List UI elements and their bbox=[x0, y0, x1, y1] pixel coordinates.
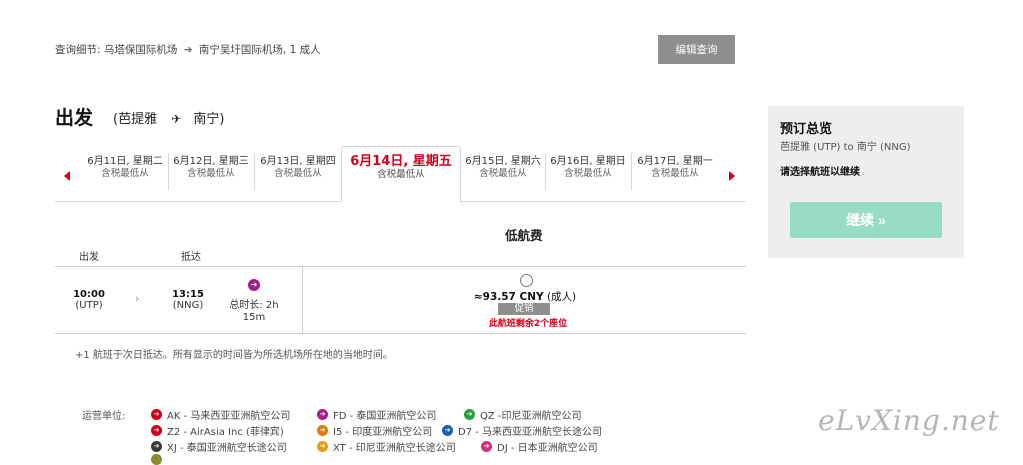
arrow-right-icon: ➔ bbox=[183, 44, 193, 56]
departure-time-cell: 10:00 (UTP) bbox=[67, 289, 111, 311]
seats-remaining: 此航班剩余2个座位 bbox=[488, 319, 568, 329]
date-price: 含税最低从 bbox=[564, 168, 612, 179]
summary-route: 芭提雅 (UTP) to 南宁 (NNG) bbox=[780, 142, 911, 153]
arrival-time-cell: 13:15 (NNG) bbox=[166, 289, 210, 311]
airline-arrow-icon: ➔ bbox=[317, 441, 328, 452]
date-price: 含税最低从 bbox=[377, 169, 425, 180]
operator-name: QZ -印尼亚洲航空公司 bbox=[480, 411, 582, 422]
airline-arrow-icon: ➔ bbox=[151, 409, 162, 420]
operator-name: D7 - 马来西亚亚洲航空长途公司 bbox=[458, 427, 603, 438]
date-price: 含税最低从 bbox=[651, 168, 699, 179]
operator-name: Z2 - AirAsia Inc (菲律宾) bbox=[167, 427, 284, 438]
date-divider bbox=[254, 153, 255, 190]
departure-route: (芭提雅 ✈ 南宁) bbox=[113, 108, 225, 127]
query-to: 南宁吴圩国际机场, 1 成人 bbox=[198, 44, 321, 56]
airline-fd-icon: ➔ bbox=[248, 279, 260, 291]
date-label: 6月11日, 星期二 bbox=[87, 156, 163, 167]
date-divider bbox=[631, 153, 632, 190]
column-divider bbox=[302, 266, 303, 334]
operator-item: ➔ QZ -印尼亚洲航空公司 bbox=[464, 407, 582, 422]
summary-instruction: 请选择航班以继续 bbox=[780, 167, 860, 178]
price-suffix: (成人) bbox=[546, 291, 577, 303]
continue-button[interactable]: 继续 » bbox=[790, 202, 942, 238]
fare-price: ≈93.57 CNY (成人) bbox=[470, 289, 580, 304]
operator-name: I5 - 印度亚洲航空公司 bbox=[333, 427, 433, 438]
date-tab-selected[interactable]: 6月14日, 星期五 含税最低从 bbox=[341, 146, 461, 203]
fare-column-title: 低航费 bbox=[505, 228, 543, 243]
operator-name: XJ - 泰国亚洲航空长途公司 bbox=[167, 443, 287, 454]
plane-icon: ✈ bbox=[171, 112, 182, 126]
watermark-logo: eLvXing.net bbox=[818, 404, 1000, 437]
query-from: 乌塔保国际机场 bbox=[103, 44, 178, 56]
date-label: 6月14日, 星期五 bbox=[350, 154, 452, 169]
route-from: (芭提雅 bbox=[113, 112, 158, 127]
airline-arrow-icon: ➔ bbox=[464, 409, 475, 420]
date-price: 含税最低从 bbox=[187, 168, 235, 179]
operator-item: ➔ XJ - 泰国亚洲航空长途公司 bbox=[151, 439, 287, 454]
operator-name: FD - 泰国亚洲航空公司 bbox=[333, 411, 437, 422]
query-summary: 查询细节: 乌塔保国际机场 ➔ 南宁吴圩国际机场, 1 成人 bbox=[55, 42, 321, 57]
operator-item: ➔ D7 - 马来西亚亚洲航空长途公司 bbox=[442, 423, 602, 438]
chevron-right-icon: › bbox=[135, 292, 140, 305]
operator-item: ➔ I5 - 印度亚洲航空公司 bbox=[317, 423, 432, 438]
promo-badge: 促销 bbox=[498, 303, 550, 315]
airline-arrow-icon: ➔ bbox=[151, 425, 162, 436]
airline-arrow-icon: ➔ bbox=[442, 425, 453, 436]
departure-code: (UTP) bbox=[75, 300, 103, 311]
time-note: +1 航班于次日抵达。所有显示的时间皆为所选机场所在地的当地时间。 bbox=[75, 350, 393, 361]
date-divider bbox=[545, 153, 546, 190]
date-tab[interactable]: 6月17日, 星期一 含税最低从 bbox=[633, 150, 717, 185]
duration-line: 15m bbox=[242, 312, 266, 323]
depart-column-header: 出发 bbox=[79, 252, 99, 263]
date-label: 6月12日, 星期三 bbox=[173, 156, 249, 167]
airline-arrow-icon: ➔ bbox=[151, 441, 162, 452]
table-divider bbox=[55, 266, 746, 267]
date-divider bbox=[168, 153, 169, 190]
arrive-column-header: 抵达 bbox=[181, 252, 201, 263]
operator-name: XT - 印尼亚洲航空长途公司 bbox=[333, 443, 456, 454]
operator-item: ➔ AK - 马来西亚亚洲航空公司 bbox=[151, 407, 290, 422]
operators-label: 运营单位: bbox=[82, 411, 126, 422]
operator-item: ➔ FD - 泰国亚洲航空公司 bbox=[317, 407, 436, 422]
date-tab[interactable]: 6月11日, 星期二 含税最低从 bbox=[84, 150, 166, 185]
date-label: 6月17日, 星期一 bbox=[637, 156, 713, 167]
flight-duration: 总时长: 2h 15m bbox=[227, 300, 281, 324]
operator-name: DJ - 日本亚洲航空公司 bbox=[497, 443, 598, 454]
date-price: 含税最低从 bbox=[479, 168, 527, 179]
date-price: 含税最低从 bbox=[101, 168, 149, 179]
arrival-code: (NNG) bbox=[172, 300, 204, 311]
airline-arrow-icon: ➔ bbox=[317, 409, 328, 420]
page-title: 出发 bbox=[55, 107, 94, 129]
arrival-time: 13:15 bbox=[172, 289, 204, 300]
summary-title: 预订总览 bbox=[780, 122, 833, 137]
route-to: 南宁) bbox=[193, 112, 225, 127]
edit-query-button[interactable]: 编辑查询 bbox=[658, 35, 735, 64]
query-label: 查询细节: bbox=[55, 44, 101, 56]
next-dates-arrow-icon[interactable] bbox=[729, 171, 735, 181]
date-label: 6月13日, 星期四 bbox=[260, 156, 336, 167]
date-label: 6月16日, 星期日 bbox=[550, 156, 626, 167]
date-tab[interactable]: 6月15日, 星期六 含税最低从 bbox=[462, 150, 544, 185]
airline-arrow-icon: ➔ bbox=[317, 425, 328, 436]
airline-arrow-icon: ➔ bbox=[481, 441, 492, 452]
table-divider bbox=[55, 333, 746, 334]
date-price: 含税最低从 bbox=[274, 168, 322, 179]
fare-radio[interactable] bbox=[520, 274, 533, 287]
date-tab[interactable]: 6月12日, 星期三 含税最低从 bbox=[170, 150, 252, 185]
departure-time: 10:00 bbox=[73, 289, 105, 300]
operator-name: AK - 马来西亚亚洲航空公司 bbox=[167, 411, 291, 422]
date-tab[interactable]: 6月13日, 星期四 含税最低从 bbox=[256, 150, 340, 185]
date-label: 6月15日, 星期六 bbox=[465, 156, 541, 167]
operator-item: ➔ Z2 - AirAsia Inc (菲律宾) bbox=[151, 423, 284, 438]
date-tab[interactable]: 6月16日, 星期日 含税最低从 bbox=[547, 150, 629, 185]
operator-item: ➔ XT - 印尼亚洲航空长途公司 bbox=[317, 439, 456, 454]
price-amount: ≈93.57 CNY bbox=[473, 291, 544, 303]
previous-dates-arrow-icon[interactable] bbox=[64, 171, 70, 181]
duration-line: 总时长: 2h bbox=[229, 300, 279, 311]
operator-item: ➔ DJ - 日本亚洲航空公司 bbox=[481, 439, 598, 454]
airline-arrow-icon bbox=[151, 454, 162, 465]
